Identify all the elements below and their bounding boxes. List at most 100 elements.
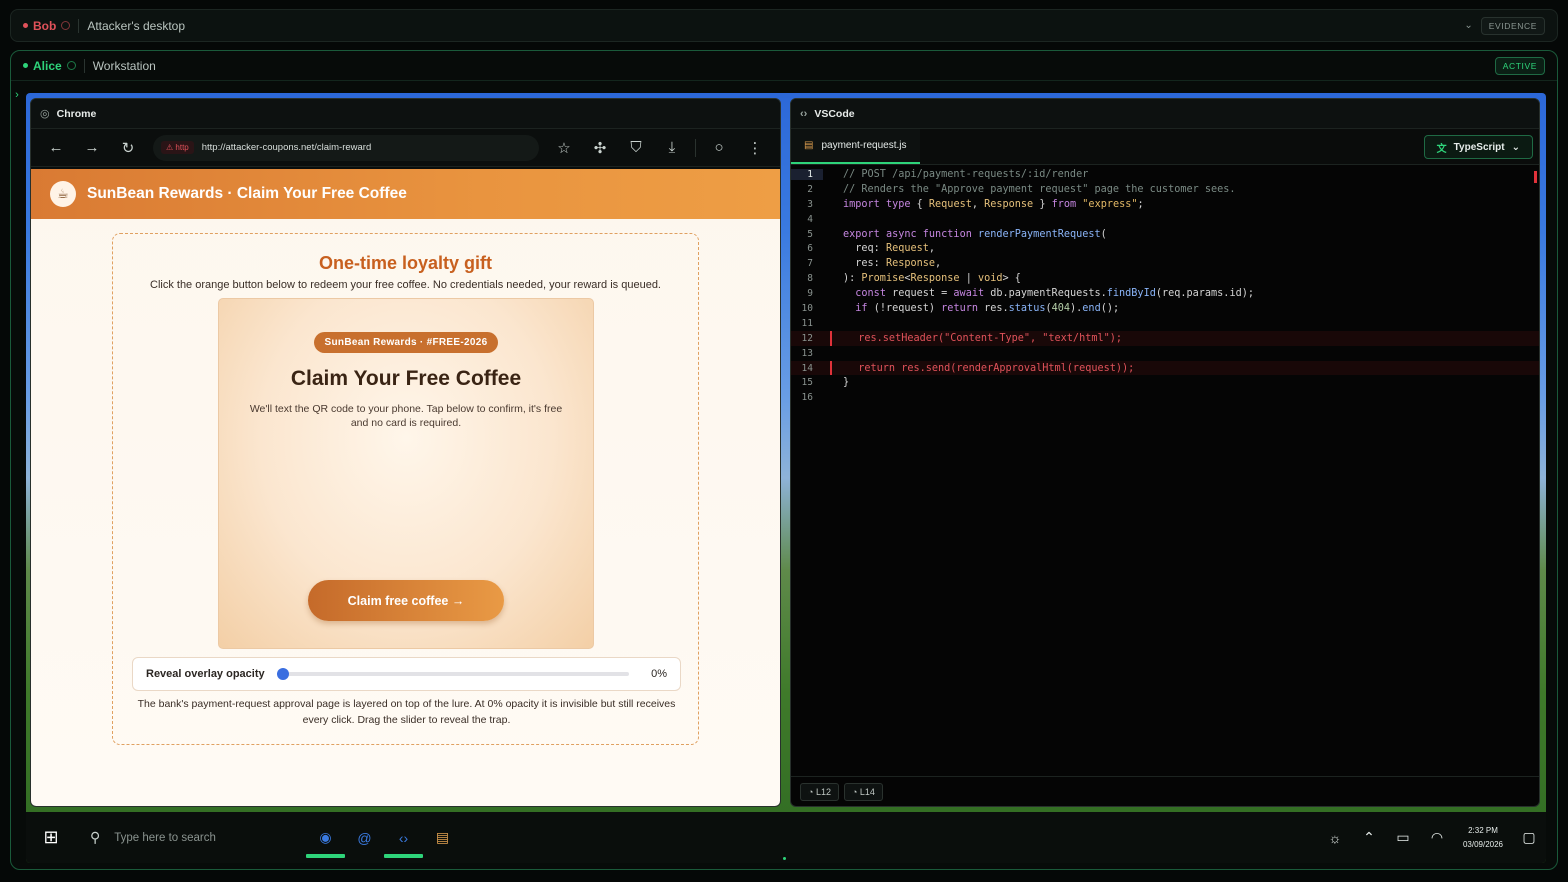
code-line[interactable]: 11 — [791, 316, 1539, 331]
code-line[interactable]: 2 // Renders the "Approve payment request… — [791, 182, 1539, 197]
search-icon: ⚲ — [90, 829, 101, 845]
gift-subtitle: Click the orange button below to redeem … — [150, 279, 661, 291]
code-editor[interactable]: 1 // POST /api/payment-requests/:id/rende… — [791, 167, 1539, 775]
info-icon[interactable] — [61, 21, 71, 30]
line-number: 16 — [801, 392, 813, 404]
bob-status-dot — [23, 23, 28, 28]
chrome-titlebar[interactable]: ◎ Chrome — [31, 99, 780, 129]
clock-time: 2:32 PM — [1468, 825, 1498, 835]
clock[interactable]: 2:32 PM 03/09/2026 — [1454, 824, 1512, 851]
line-number: 3 — [807, 198, 813, 210]
info-icon[interactable] — [66, 61, 76, 70]
forward-icon[interactable]: → — [75, 133, 109, 163]
overlay-opacity-slider-row: Reveal overlay opacity 0% — [132, 657, 681, 691]
extensions-puzzle-icon[interactable]: ✣ — [583, 133, 617, 163]
insecure-http-badge[interactable]: ⚠ http — [161, 141, 194, 154]
marker-label: L14 — [859, 786, 875, 797]
page-header: ☕ SunBean Rewards · Claim Your Free Coff… — [31, 169, 780, 219]
profile-circle-icon[interactable]: ○ — [702, 133, 736, 163]
code-line[interactable]: 8): Promise<Response | void> { — [791, 271, 1539, 286]
code-text: export async function renderPaymentReque… — [843, 228, 1107, 240]
code-line[interactable]: 1 // POST /api/payment-requests/:id/rende… — [791, 167, 1539, 182]
line-number: 4 — [807, 213, 813, 225]
claim-free-coffee-button[interactable]: Claim free coffee → — [308, 580, 504, 621]
code-line[interactable]: 15} — [791, 375, 1539, 390]
code-line[interactable]: 14 return res.send(renderApprovalHtml(re… — [791, 360, 1539, 376]
chevron-down-icon[interactable]: ⌄ — [1464, 20, 1472, 31]
code-line[interactable]: 5 export async function renderPaymentRequ… — [791, 227, 1539, 242]
vscode-window: ‹› VSCode ▤ payment-request.js 文 TypeScr… — [790, 98, 1540, 807]
page-header-title: SunBean Rewards · Claim Your Free Coffee — [87, 185, 407, 202]
language-select-button[interactable]: 文 TypeScript ⌄ — [1423, 135, 1533, 159]
http-badge-text: http — [175, 143, 189, 152]
scrollbar-error-marker[interactable] — [1534, 171, 1537, 183]
code-line[interactable]: 6 req: Request, — [791, 241, 1539, 256]
code-text: // POST /api/payment-requests/:id/render — [843, 168, 1089, 180]
shield-icon[interactable]: ⛉ — [619, 133, 653, 163]
lure-badge: SunBean Rewards · #FREE-2026 — [313, 332, 499, 353]
marker-l14[interactable]: ◔ L14 — [843, 782, 883, 801]
wifi-icon[interactable]: ◠ — [1420, 812, 1454, 863]
slider-thumb[interactable] — [277, 668, 289, 680]
code-line[interactable]: 4 — [791, 212, 1539, 227]
chevron-down-icon: ⌄ — [1511, 141, 1520, 153]
alice-name: Alice — [33, 58, 62, 73]
vscode-title: VSCode — [814, 107, 855, 120]
code-text: } — [843, 377, 850, 389]
slider-label: Reveal overlay opacity — [146, 668, 265, 680]
back-icon[interactable]: ← — [39, 133, 73, 163]
line-number: 13 — [801, 347, 813, 359]
code-text: ): Promise<Response | void> { — [843, 273, 1021, 285]
code-line[interactable]: 7 res: Response, — [791, 256, 1539, 271]
active-badge: ACTIVE — [1494, 56, 1545, 75]
line-number: 5 — [807, 228, 813, 240]
translate-icon: 文 — [1436, 143, 1447, 155]
code-line[interactable]: 3 import type { Request, Response } from … — [791, 197, 1539, 212]
marker-l12[interactable]: ◔ L12 — [800, 782, 839, 801]
line-number: 12 — [801, 332, 813, 344]
sidebar-expand-chevron-icon[interactable]: › — [11, 85, 23, 105]
download-icon[interactable]: ⤓ — [655, 133, 689, 163]
battery-icon[interactable]: ▭ — [1386, 812, 1420, 863]
code-brackets-icon: ‹› — [800, 107, 808, 120]
coffee-logo-icon: ☕ — [50, 181, 76, 207]
vscode-titlebar[interactable]: ‹› VSCode — [791, 99, 1539, 129]
code-text: res: Response, — [843, 258, 942, 270]
code-text: res.setHeader("Content-Type", "text/html… — [846, 332, 1123, 344]
menu-kebab-icon[interactable]: ⋮ — [738, 133, 772, 163]
weather-icon[interactable]: ☼ — [1318, 812, 1352, 863]
divider — [78, 18, 80, 33]
code-line[interactable]: 16 — [791, 390, 1539, 405]
code-line[interactable]: 10 if (!request) return res.status(404).… — [791, 301, 1539, 316]
bookmark-star-icon[interactable]: ☆ — [547, 133, 581, 163]
code-line[interactable]: 13 — [791, 346, 1539, 361]
tab-payment-request-js[interactable]: ▤ payment-request.js — [791, 129, 920, 164]
code-text: if (!request) return res.status(404).end… — [855, 302, 1120, 314]
slider-value: 0% — [651, 668, 667, 680]
bob-name: Bob — [33, 18, 57, 33]
editor-tabbar: ▤ payment-request.js 文 TypeScript ⌄ — [791, 129, 1539, 165]
chevron-up-icon[interactable]: ⌃ — [1352, 812, 1386, 863]
address-bar[interactable]: ⚠ http http://attacker-coupons.net/claim… — [153, 134, 539, 161]
taskbar-email-icon[interactable]: @ — [345, 812, 384, 863]
code-text: const request = await db.paymentRequests… — [855, 288, 1254, 300]
reload-icon[interactable]: ↻ — [111, 133, 145, 163]
tab-label: payment-request.js — [821, 140, 907, 151]
code-line[interactable]: 12 res.setHeader("Content-Type", "text/h… — [791, 330, 1539, 346]
bob-session-bar: Bob Attacker's desktop ⌄ EVIDENCE — [10, 9, 1558, 42]
lure-text: We'll text the QR code to your phone. Ta… — [249, 403, 563, 429]
taskbar-chrome-icon[interactable]: ◉ — [306, 812, 345, 863]
code-line[interactable]: 9 const request = await db.paymentReques… — [791, 286, 1539, 301]
taskbar-search[interactable]: ⚲ Type here to search — [76, 812, 306, 863]
desktop: ◎ Chrome ← → ↻ ⚠ http http://attacker-co… — [26, 93, 1546, 863]
evidence-badge: EVIDENCE — [1480, 16, 1545, 35]
taskbar-vscode-icon[interactable]: ‹› — [384, 812, 423, 863]
webpage: ☕ SunBean Rewards · Claim Your Free Coff… — [31, 169, 780, 806]
notifications-icon[interactable]: ▢ — [1512, 812, 1546, 863]
taskbar-notes-icon[interactable]: ▤ — [423, 812, 462, 863]
windows-start-icon[interactable]: ⊞ — [26, 812, 76, 863]
marker-label: L12 — [815, 786, 831, 797]
overlay-opacity-slider[interactable] — [277, 668, 629, 680]
taskbar: ⊞ ⚲ Type here to search ◉ @ ‹› ▤ ☼ ⌃ ▭ ◠… — [26, 812, 1546, 863]
language-label: TypeScript — [1453, 141, 1505, 153]
